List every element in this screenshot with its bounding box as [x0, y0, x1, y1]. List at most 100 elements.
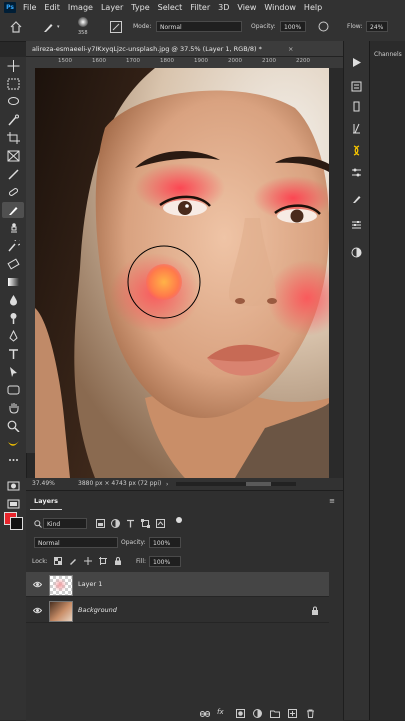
pressure-opacity-icon[interactable]	[318, 21, 329, 32]
menu-filter[interactable]: Filter	[190, 3, 210, 12]
ruler-tick: 1700	[126, 58, 140, 64]
brush-settings-panel-icon[interactable]	[351, 145, 362, 156]
layer-name[interactable]: Layer 1	[78, 580, 102, 588]
menu-edit[interactable]: Edit	[44, 3, 60, 12]
hand-tool-icon[interactable]	[7, 402, 20, 414]
adjustments-icon[interactable]	[351, 101, 362, 112]
filter-kind-select[interactable]: Kind	[43, 518, 87, 529]
menu-file[interactable]: File	[23, 3, 36, 12]
filter-toggle-icon[interactable]	[175, 516, 183, 524]
type-tool-icon[interactable]	[7, 348, 20, 360]
channels-tab[interactable]: Channels	[374, 51, 402, 58]
lasso-tool-icon[interactable]	[7, 96, 20, 108]
properties-icon[interactable]	[351, 167, 362, 178]
document-canvas[interactable]	[35, 68, 329, 478]
lock-all-icon[interactable]	[114, 557, 122, 565]
photoshop-logo[interactable]: Ps	[4, 1, 16, 13]
brush-preset-icon[interactable]	[42, 21, 54, 33]
menu-window[interactable]: Window	[264, 3, 296, 12]
color-icon[interactable]	[351, 247, 362, 258]
layer-opacity-field[interactable]: 100%	[149, 537, 181, 548]
filter-shape-icon[interactable]	[141, 519, 150, 528]
layer-row[interactable]: Layer 1	[26, 572, 329, 597]
zoom-level[interactable]: 37.49%	[32, 478, 55, 490]
filter-pixel-icon[interactable]	[96, 519, 105, 528]
zoom-tool-icon[interactable]	[7, 420, 20, 432]
brush-tool-icon[interactable]	[7, 204, 20, 216]
flow-field[interactable]: 24%	[366, 21, 388, 32]
lock-artboard-icon[interactable]	[99, 557, 107, 565]
fill-field[interactable]: 100%	[149, 556, 181, 567]
adjustment-layer-icon[interactable]	[253, 709, 262, 718]
menu-3d[interactable]: 3D	[218, 3, 229, 12]
mode-select[interactable]: Normal	[156, 21, 242, 32]
mode-value: Normal	[160, 24, 182, 31]
dodge-tool-icon[interactable]	[7, 312, 20, 324]
path-selection-tool-icon[interactable]	[7, 366, 20, 378]
visibility-eye-icon[interactable]	[33, 606, 42, 615]
new-group-icon[interactable]	[270, 709, 280, 718]
brush-tip-preview[interactable]	[78, 17, 88, 27]
layers-tab[interactable]: Layers	[30, 494, 63, 510]
panel-menu-icon[interactable]: ≡	[329, 497, 335, 505]
horizontal-scrollbar[interactable]	[176, 482, 296, 486]
screen-mode-icon[interactable]	[7, 498, 20, 510]
brushes-panel-icon[interactable]	[351, 193, 362, 204]
delete-layer-icon[interactable]	[306, 709, 315, 718]
filter-adjustment-icon[interactable]	[111, 519, 120, 528]
visibility-eye-icon[interactable]	[33, 580, 42, 589]
rectangle-tool-icon[interactable]	[7, 384, 20, 396]
horizontal-scroll-thumb[interactable]	[246, 482, 271, 486]
history-icon[interactable]	[351, 81, 362, 92]
blend-mode-select[interactable]: Normal	[34, 537, 118, 548]
play-icon[interactable]	[351, 57, 362, 68]
menu-help[interactable]: Help	[304, 3, 322, 12]
marquee-tool-icon[interactable]	[7, 78, 20, 90]
fill-value: 100%	[153, 559, 171, 566]
layer-name[interactable]: Background	[78, 606, 117, 614]
banana-icon[interactable]	[7, 438, 20, 450]
layers-bottom-toolbar: fx	[196, 708, 329, 719]
menu-bar: Ps File Edit Image Layer Type Select Fil…	[0, 0, 405, 14]
chevron-down-icon[interactable]: ▾	[57, 24, 60, 30]
quick-mask-icon[interactable]	[7, 480, 20, 492]
document-tab[interactable]: alireza-esmaeeli-y7IKxyqLjzc-unsplash.jp…	[26, 41, 343, 57]
clone-stamp-tool-icon[interactable]	[7, 222, 20, 234]
libraries-icon[interactable]	[351, 123, 362, 134]
layer-mask-icon[interactable]	[236, 709, 245, 718]
fx-button[interactable]: fx	[217, 708, 224, 716]
layer-row[interactable]: Background	[26, 598, 329, 623]
crop-tool-icon[interactable]	[7, 132, 20, 144]
filter-type-icon[interactable]	[126, 519, 135, 528]
blur-tool-icon[interactable]	[7, 294, 20, 306]
menu-select[interactable]: Select	[158, 3, 183, 12]
new-layer-icon[interactable]	[288, 709, 297, 718]
menu-view[interactable]: View	[237, 3, 256, 12]
menu-type[interactable]: Type	[131, 3, 149, 12]
filter-smart-object-icon[interactable]	[156, 519, 165, 528]
history-brush-tool-icon[interactable]	[7, 240, 20, 252]
more-tools-icon[interactable]	[7, 454, 20, 466]
frame-tool-icon[interactable]	[7, 150, 20, 162]
background-color-swatch[interactable]	[10, 517, 23, 530]
lock-pixels-icon[interactable]	[69, 557, 77, 565]
eyedropper-tool-icon[interactable]	[7, 168, 20, 180]
quick-select-tool-icon[interactable]	[7, 114, 20, 126]
home-icon[interactable]	[10, 21, 22, 33]
close-tab-icon[interactable]: ×	[288, 41, 293, 57]
vertical-scrollbar[interactable]	[329, 68, 343, 478]
channels-panel: Channels	[369, 41, 405, 720]
eraser-tool-icon[interactable]	[7, 258, 20, 270]
lock-position-icon[interactable]	[84, 557, 92, 565]
sliders-icon[interactable]	[351, 219, 362, 230]
gradient-tool-icon[interactable]	[7, 276, 20, 288]
opacity-field[interactable]: 100%	[280, 21, 306, 32]
brush-settings-icon[interactable]	[110, 21, 122, 33]
menu-layer[interactable]: Layer	[101, 3, 123, 12]
link-layers-icon[interactable]	[200, 710, 210, 718]
lock-transparent-icon[interactable]	[54, 557, 62, 565]
pen-tool-icon[interactable]	[7, 330, 20, 342]
menu-image[interactable]: Image	[68, 3, 93, 12]
healing-brush-tool-icon[interactable]	[7, 186, 20, 198]
move-tool-icon[interactable]	[7, 60, 20, 72]
